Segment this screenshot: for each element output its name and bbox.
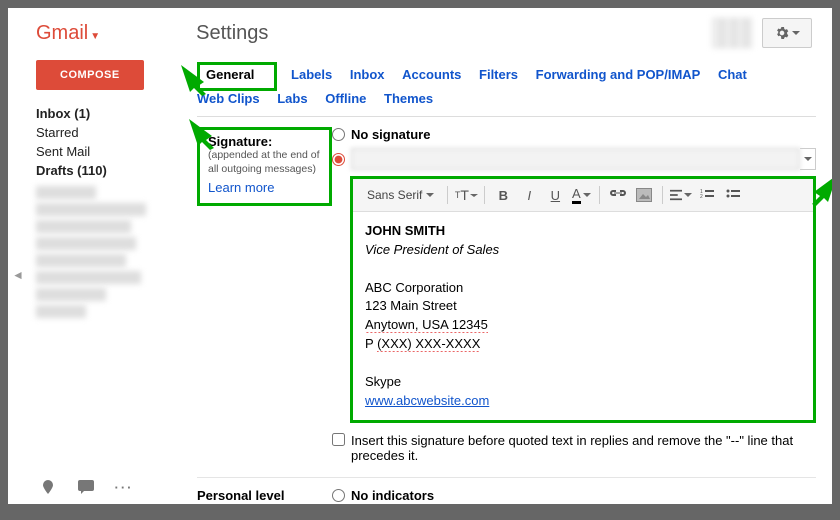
signature-url[interactable]: www.abcwebsite.com: [365, 393, 489, 408]
font-family-select[interactable]: Sans Serif: [361, 188, 440, 202]
tab-themes[interactable]: Themes: [384, 91, 433, 106]
radio-use-signature[interactable]: [332, 153, 345, 166]
sidebar-item-inbox[interactable]: Inbox (1): [36, 104, 193, 123]
sidebar-item-drafts[interactable]: Drafts (110): [36, 161, 193, 180]
signature-learn-more[interactable]: Learn more: [208, 180, 321, 195]
tab-inbox[interactable]: Inbox: [350, 67, 385, 82]
svg-text:2: 2: [700, 194, 703, 200]
signature-textarea[interactable]: JOHN SMITH Vice President of Sales ABC C…: [353, 212, 813, 420]
tab-labels[interactable]: Labels: [291, 67, 332, 82]
text-color-button[interactable]: A: [570, 185, 592, 205]
indicators-label: Personal level indicators:: [197, 488, 332, 504]
sidebar-item-sentmail[interactable]: Sent Mail: [36, 142, 193, 161]
tab-offline[interactable]: Offline: [325, 91, 366, 106]
tab-chat[interactable]: Chat: [718, 67, 747, 82]
signature-editor: Sans Serif TT B I U A: [350, 176, 816, 423]
caret-down-icon: [792, 31, 800, 35]
bold-button[interactable]: B: [492, 185, 514, 205]
settings-tabs: General Labels Inbox Accounts Filters Fo…: [197, 56, 816, 117]
tab-accounts[interactable]: Accounts: [402, 67, 461, 82]
sidebar-blurred-labels: [36, 186, 166, 318]
align-button[interactable]: [670, 185, 692, 205]
hangouts-contacts-icon[interactable]: [38, 478, 58, 496]
insert-before-quoted-label: Insert this signature before quoted text…: [351, 433, 816, 463]
section-signature: Signature: (appended at the end of all o…: [197, 117, 816, 478]
signature-label: Signature:: [208, 134, 321, 149]
tab-filters[interactable]: Filters: [479, 67, 518, 82]
gmail-logo[interactable]: Gmail▼: [36, 22, 100, 45]
page-title: Settings: [196, 22, 268, 45]
insert-before-quoted-checkbox[interactable]: [332, 433, 345, 446]
tab-forwarding[interactable]: Forwarding and POP/IMAP: [536, 67, 701, 82]
no-indicators-label: No indicators: [351, 488, 434, 503]
avatar[interactable]: [712, 18, 752, 48]
link-button[interactable]: [607, 185, 629, 205]
hangouts-more-icon[interactable]: ···: [114, 478, 134, 496]
sidebar-item-starred[interactable]: Starred: [36, 123, 193, 142]
select-caret-icon[interactable]: [800, 148, 816, 170]
radio-no-indicators[interactable]: [332, 489, 345, 502]
no-signature-label: No signature: [351, 127, 430, 142]
tab-webclips[interactable]: Web Clips: [197, 91, 260, 106]
ordered-list-button[interactable]: 12: [696, 185, 718, 205]
compose-button[interactable]: COMPOSE: [36, 60, 144, 90]
editor-toolbar: Sans Serif TT B I U A: [353, 179, 813, 212]
tab-general[interactable]: General: [206, 67, 254, 82]
bullet-list-button[interactable]: [722, 185, 744, 205]
underline-button[interactable]: U: [544, 185, 566, 205]
sidebar-collapse-caret[interactable]: ◄: [12, 268, 24, 282]
signature-address-select[interactable]: [351, 148, 800, 170]
font-size-button[interactable]: TT: [455, 185, 477, 205]
section-personal-indicators: Personal level indicators: No indicators…: [197, 478, 816, 504]
radio-no-signature[interactable]: [332, 128, 345, 141]
insert-image-button[interactable]: [633, 185, 655, 205]
settings-gear-button[interactable]: [762, 18, 812, 48]
sidebar: COMPOSE Inbox (1) Starred Sent Mail Draf…: [8, 48, 193, 504]
gear-icon: [774, 25, 790, 41]
signature-sublabel: (appended at the end of all outgoing mes…: [208, 149, 321, 176]
hangouts-chat-icon[interactable]: [76, 478, 96, 496]
tab-labs[interactable]: Labs: [277, 91, 307, 106]
italic-button[interactable]: I: [518, 185, 540, 205]
